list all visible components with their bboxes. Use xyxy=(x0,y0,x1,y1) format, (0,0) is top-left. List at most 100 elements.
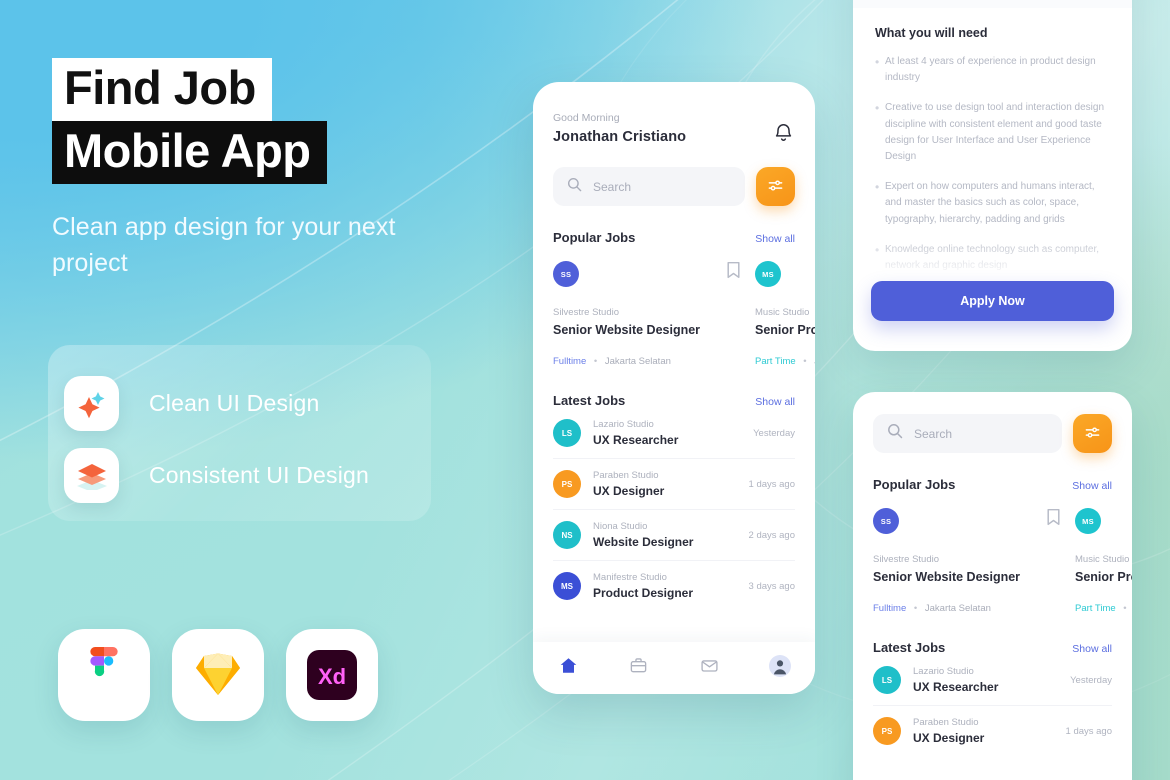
popular-jobs-header: Popular Jobs Show all xyxy=(873,477,1112,492)
job-card[interactable]: MS Music Studio Senior Product Designer … xyxy=(1075,506,1132,622)
job-title: UX Designer xyxy=(913,731,985,745)
job-location: Jakarta Pusat xyxy=(814,356,815,367)
latest-jobs-header: Latest Jobs Show all xyxy=(553,393,795,408)
job-title: Senior Product Designer xyxy=(1075,570,1132,584)
job-company: Paraben Studio xyxy=(913,717,979,728)
job-time: 1 days ago xyxy=(748,478,795,490)
nav-messages[interactable] xyxy=(689,651,729,685)
job-card[interactable]: SS Silvestre Studio Senior Website Desig… xyxy=(873,506,1061,622)
nav-profile[interactable] xyxy=(760,651,800,685)
list-item[interactable]: PS Paraben Studio UX Designer 1 days ago xyxy=(553,459,795,510)
search-row xyxy=(873,414,1112,453)
job-title: UX Researcher xyxy=(913,680,999,694)
latest-jobs-list: LS Lazario Studio UX Researcher Yesterda… xyxy=(873,655,1112,756)
job-meta: Fulltime • Jakarta Selatan xyxy=(553,356,741,367)
avatar: LS xyxy=(873,666,901,694)
apply-now-button[interactable]: Apply Now xyxy=(871,281,1114,321)
section-title: Popular Jobs xyxy=(553,230,636,245)
bottom-navigation xyxy=(533,642,815,694)
search-icon xyxy=(567,177,582,197)
job-time: Yesterday xyxy=(753,427,795,439)
avatar: NS xyxy=(553,521,581,549)
feature-item-consistent-ui: Consistent UI Design xyxy=(48,439,431,511)
avatar: PS xyxy=(873,717,901,745)
filter-sliders-icon xyxy=(767,177,784,197)
bullet-icon: • xyxy=(875,101,880,116)
bullet-icon: • xyxy=(875,55,880,69)
hero-title-line1-band: Find Job xyxy=(52,58,272,121)
job-title: Senior Website Designer xyxy=(553,323,701,337)
job-type: Part Time xyxy=(755,356,796,367)
job-title: Senior Product Designer xyxy=(755,323,815,337)
job-card[interactable]: MS Music Studio Senior Product Designer … xyxy=(755,259,815,375)
job-location: Jakarta Selatan xyxy=(924,603,991,614)
nav-jobs[interactable] xyxy=(619,651,659,685)
job-type: Part Time xyxy=(1075,603,1116,614)
bullet-icon: • xyxy=(875,180,880,195)
job-title: UX Designer xyxy=(593,484,665,498)
list-item[interactable]: LS Lazario Studio UX Researcher Yesterda… xyxy=(553,408,795,459)
section-title: Latest Jobs xyxy=(873,640,946,655)
requirement-text: Creative to use design tool and interact… xyxy=(885,102,1105,162)
home-panel: Popular Jobs Show all SS Silvestre Studi… xyxy=(853,392,1132,780)
filter-sliders-icon xyxy=(1084,424,1101,444)
list-item[interactable]: NS Niona Studio Website Designer 2 days … xyxy=(553,510,795,561)
search-box[interactable] xyxy=(873,414,1062,453)
search-input[interactable] xyxy=(914,426,1048,441)
popular-jobs-row: SS Silvestre Studio Senior Website Desig… xyxy=(533,259,815,375)
phone-mockup: Good Morning Jonathan Cristiano Search P… xyxy=(533,82,815,694)
requirement-item: • Expert on how computers and humans int… xyxy=(875,179,1110,228)
popular-jobs-header: Popular Jobs Show all xyxy=(553,230,795,245)
job-type: Fulltime xyxy=(553,356,587,367)
search-icon xyxy=(887,423,903,444)
job-meta: Part Time • Jakarta Pusat xyxy=(1075,603,1132,614)
list-item[interactable]: PS Paraben Studio UX Designer 1 days ago xyxy=(873,706,1112,756)
job-meta: Fulltime • Jakarta Selatan xyxy=(873,603,1061,614)
adobe-xd-logo: Xd xyxy=(286,629,378,721)
list-item[interactable]: LS Lazario Studio UX Researcher Yesterda… xyxy=(873,655,1112,706)
latest-show-all-link[interactable]: Show all xyxy=(755,396,795,408)
bookmark-icon[interactable] xyxy=(726,261,741,284)
bookmark-icon[interactable] xyxy=(1046,508,1061,531)
features-card: Clean UI Design Consistent UI Design xyxy=(48,345,431,521)
filter-button[interactable] xyxy=(1073,414,1112,453)
avatar: LS xyxy=(553,419,581,447)
latest-show-all-link[interactable]: Show all xyxy=(1072,643,1112,655)
feature-label: Consistent UI Design xyxy=(149,461,370,488)
page-title: Find Job xyxy=(64,61,256,114)
requirement-text: At least 4 years of experience in produc… xyxy=(885,56,1096,84)
section-title: Popular Jobs xyxy=(873,477,956,492)
job-title: Product Designer xyxy=(593,586,694,600)
search-box[interactable] xyxy=(553,167,745,206)
sparkle-icon xyxy=(64,375,119,431)
section-title: Latest Jobs xyxy=(553,393,626,408)
avatar: MS xyxy=(755,261,781,287)
bell-icon[interactable] xyxy=(774,122,793,148)
job-meta: Part Time • Jakarta Pusat xyxy=(755,356,815,367)
job-title: Senior Website Designer xyxy=(873,570,1021,584)
envelope-icon xyxy=(700,656,719,680)
tool-logos: Xd xyxy=(58,629,378,721)
search-input[interactable] xyxy=(593,179,731,194)
job-time: 2 days ago xyxy=(748,529,795,541)
job-company: Music Studio xyxy=(1075,554,1130,565)
list-item[interactable]: MS Manifestre Studio Product Designer 3 … xyxy=(553,561,795,611)
hero-subtitle: Clean app design for your next project xyxy=(52,213,396,277)
layers-icon xyxy=(64,447,119,503)
user-name: Jonathan Cristiano xyxy=(553,129,687,145)
nav-home[interactable] xyxy=(548,651,588,685)
meta-separator: • xyxy=(803,356,807,367)
popular-show-all-link[interactable]: Show all xyxy=(1072,480,1112,492)
job-company: Silvestre Studio xyxy=(553,307,620,318)
job-company: Niona Studio xyxy=(593,521,648,532)
sketch-logo xyxy=(172,629,264,721)
job-company: Paraben Studio xyxy=(593,470,659,481)
requirement-text: Expert on how computers and humans inter… xyxy=(885,181,1095,225)
job-type: Fulltime xyxy=(873,603,907,614)
job-time: Yesterday xyxy=(1070,674,1112,686)
job-time: 3 days ago xyxy=(748,580,795,592)
filter-button[interactable] xyxy=(756,167,795,206)
job-card[interactable]: SS Silvestre Studio Senior Website Desig… xyxy=(553,259,741,375)
popular-show-all-link[interactable]: Show all xyxy=(755,233,795,245)
meta-separator: • xyxy=(593,356,598,367)
